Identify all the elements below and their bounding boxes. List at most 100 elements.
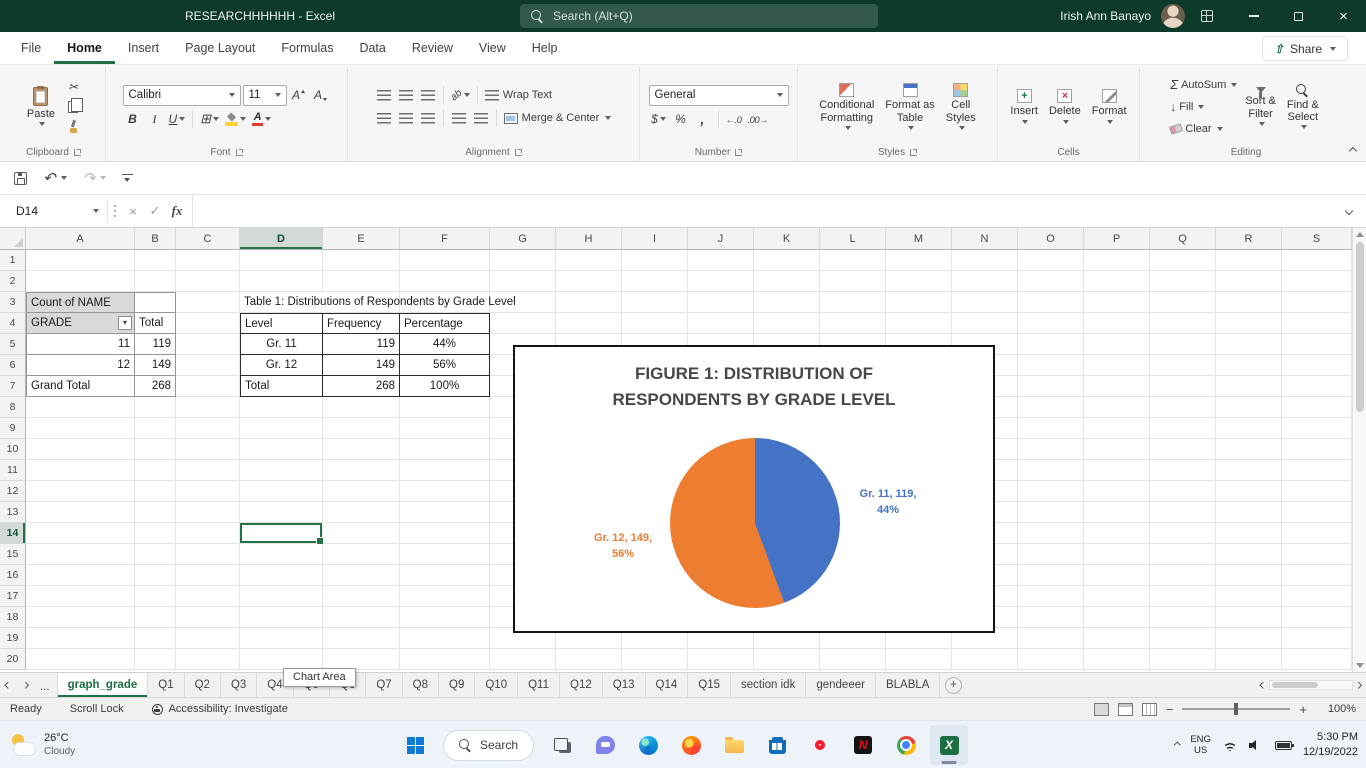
cell-F2[interactable]	[400, 271, 490, 292]
cell-R19[interactable]	[1216, 628, 1282, 649]
cell-A5[interactable]: 11	[26, 334, 135, 355]
menu-tab-page-layout[interactable]: Page Layout	[172, 32, 268, 64]
cell-O13[interactable]	[1018, 502, 1084, 523]
cell-E10[interactable]	[323, 439, 400, 460]
font-name-select[interactable]: Calibri	[122, 84, 241, 106]
sheet-nav-right-button[interactable]	[17, 673, 34, 697]
cell-P18[interactable]	[1084, 607, 1150, 628]
cell-K1[interactable]	[754, 250, 820, 271]
page-layout-view-button[interactable]	[1117, 702, 1133, 716]
cell-O19[interactable]	[1018, 628, 1084, 649]
cell-Q6[interactable]	[1150, 355, 1216, 376]
cell-K3[interactable]	[754, 292, 820, 313]
expand-formula-bar-button[interactable]	[1336, 206, 1362, 216]
cell-C10[interactable]	[176, 439, 240, 460]
row-header-13[interactable]: 13	[0, 502, 26, 523]
column-header-R[interactable]: R	[1216, 228, 1282, 249]
column-header-B[interactable]: B	[135, 228, 176, 249]
cell-E15[interactable]	[323, 544, 400, 565]
cell-B5[interactable]: 119	[135, 334, 176, 355]
cell-S18[interactable]	[1282, 607, 1352, 628]
cell-O7[interactable]	[1018, 376, 1084, 397]
cell-R6[interactable]	[1216, 355, 1282, 376]
cell-O5[interactable]	[1018, 334, 1084, 355]
cell-C18[interactable]	[176, 607, 240, 628]
row-header-1[interactable]: 1	[0, 250, 26, 271]
cell-P1[interactable]	[1084, 250, 1150, 271]
cell-C15[interactable]	[176, 544, 240, 565]
cell-P12[interactable]	[1084, 481, 1150, 502]
cell-C5[interactable]	[176, 334, 240, 355]
cell-C13[interactable]	[176, 502, 240, 523]
insert-function-button[interactable]	[166, 203, 188, 219]
cell-B4[interactable]: Total	[135, 313, 176, 334]
merge-center-button[interactable]: Merge & Center	[502, 109, 614, 128]
cell-Q7[interactable]	[1150, 376, 1216, 397]
clear-button[interactable]: Clear	[1169, 120, 1223, 138]
cancel-button[interactable]	[122, 204, 144, 219]
align-bottom-button[interactable]	[418, 86, 438, 105]
cell-A3[interactable]: Count of NAME	[26, 292, 135, 313]
cell-Q18[interactable]	[1150, 607, 1216, 628]
row-header-20[interactable]: 20	[0, 649, 26, 670]
cell-D19[interactable]	[240, 628, 323, 649]
cell-O4[interactable]	[1018, 313, 1084, 334]
cell-N20[interactable]	[952, 649, 1018, 670]
cell-E8[interactable]	[323, 397, 400, 418]
cell-S17[interactable]	[1282, 586, 1352, 607]
excel-taskbar-button[interactable]	[930, 725, 969, 765]
cell-E4[interactable]: Frequency	[323, 313, 400, 334]
customize-quick-access-button[interactable]	[122, 173, 134, 183]
language-indicator[interactable]: ENG US	[1190, 734, 1211, 757]
cell-B11[interactable]	[135, 460, 176, 481]
cell-O18[interactable]	[1018, 607, 1084, 628]
font-size-select[interactable]: 11	[242, 84, 287, 106]
page-break-view-button[interactable]	[1141, 702, 1157, 716]
font-color-button[interactable]	[250, 110, 273, 129]
cell-M20[interactable]	[886, 649, 952, 670]
conditional-formatting-button[interactable]: Conditional Formatting	[816, 81, 877, 132]
cell-C7[interactable]	[176, 376, 240, 397]
cell-D10[interactable]	[240, 439, 323, 460]
column-header-A[interactable]: A	[26, 228, 135, 249]
cell-G2[interactable]	[490, 271, 556, 292]
menu-tab-view[interactable]: View	[466, 32, 519, 64]
increase-decimal-button[interactable]	[724, 110, 744, 129]
cell-P11[interactable]	[1084, 460, 1150, 481]
cell-Q15[interactable]	[1150, 544, 1216, 565]
cell-C3[interactable]	[176, 292, 240, 313]
pie[interactable]	[670, 438, 840, 608]
cell-E17[interactable]	[323, 586, 400, 607]
sheet-tab-q1[interactable]: Q1	[148, 673, 185, 697]
cell-R14[interactable]	[1216, 523, 1282, 544]
menu-tab-file[interactable]: File	[8, 32, 54, 64]
comma-style-button[interactable]	[693, 110, 713, 129]
cell-R10[interactable]	[1216, 439, 1282, 460]
menu-tab-formulas[interactable]: Formulas	[268, 32, 346, 64]
cell-A6[interactable]: 12	[26, 355, 135, 376]
cell-O1[interactable]	[1018, 250, 1084, 271]
cell-B18[interactable]	[135, 607, 176, 628]
cell-S9[interactable]	[1282, 418, 1352, 439]
cell-Q3[interactable]	[1150, 292, 1216, 313]
cell-D17[interactable]	[240, 586, 323, 607]
cell-O11[interactable]	[1018, 460, 1084, 481]
cell-D14[interactable]	[240, 523, 324, 545]
row-header-9[interactable]: 9	[0, 418, 26, 439]
teams-chat-button[interactable]	[586, 725, 624, 765]
column-header-S[interactable]: S	[1282, 228, 1352, 249]
vertical-scrollbar[interactable]	[1352, 228, 1366, 672]
cell-A18[interactable]	[26, 607, 135, 628]
normal-view-button[interactable]	[1093, 702, 1109, 716]
cell-D6[interactable]: Gr. 12	[240, 355, 323, 376]
select-all-corner[interactable]	[0, 228, 26, 249]
cell-A14[interactable]	[26, 523, 135, 544]
pie-chart[interactable]: FIGURE 1: DISTRIBUTION OF RESPONDENTS BY…	[513, 345, 995, 633]
cell-C1[interactable]	[176, 250, 240, 271]
horizontal-scrollbar[interactable]	[1255, 673, 1366, 697]
cell-J2[interactable]	[688, 271, 754, 292]
cell-F8[interactable]	[400, 397, 490, 418]
orientation-button[interactable]	[449, 86, 472, 105]
cell-B20[interactable]	[135, 649, 176, 670]
cell-S10[interactable]	[1282, 439, 1352, 460]
